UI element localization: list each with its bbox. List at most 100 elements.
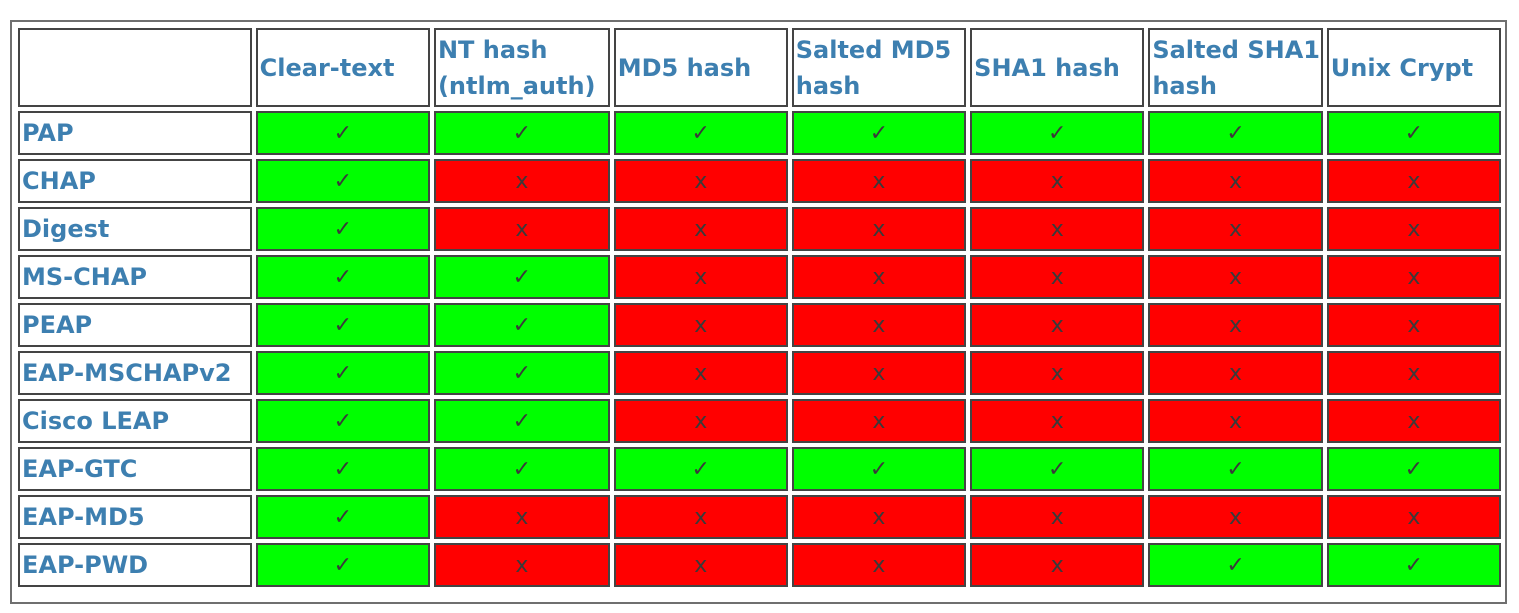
supported-cell: ✓ [433,303,610,347]
column-header: Salted MD5 hash [791,28,967,107]
column-header: Unix Crypt [1326,28,1501,107]
unsupported-cell: x [613,351,788,395]
supported-cell: ✓ [255,399,430,443]
unsupported-cell: x [1148,351,1323,395]
unsupported-cell: x [970,351,1145,395]
supported-cell: ✓ [970,111,1145,155]
table-row: EAP-GTC ✓ ✓ ✓ ✓ ✓ ✓ ✓ [18,447,1501,491]
unsupported-cell: x [1148,495,1323,539]
unsupported-cell: x [970,207,1145,251]
supported-cell: ✓ [1326,543,1501,587]
supported-cell: ✓ [433,111,610,155]
unsupported-cell: x [1148,207,1323,251]
unsupported-cell: x [1148,303,1323,347]
unsupported-cell: x [613,399,788,443]
supported-cell: ✓ [1148,543,1323,587]
unsupported-cell: x [791,399,967,443]
supported-cell: ✓ [255,543,430,587]
unsupported-cell: x [791,543,967,587]
table-row: CHAP ✓ x x x x x x [18,159,1501,203]
supported-cell: ✓ [255,255,430,299]
table-body: PAP ✓ ✓ ✓ ✓ ✓ ✓ ✓ CHAP ✓ x x x x x x Digest ✓ x x x x x x MS-CHA… [18,111,1501,587]
supported-cell: ✓ [1148,447,1323,491]
unsupported-cell: x [1326,303,1501,347]
supported-cell: ✓ [255,207,430,251]
unsupported-cell: x [1148,255,1323,299]
supported-cell: ✓ [433,255,610,299]
supported-cell: ✓ [791,111,967,155]
compatibility-table-frame: Clear-text NT hash (ntlm_auth) MD5 hash … [10,20,1507,604]
supported-cell: ✓ [791,447,967,491]
unsupported-cell: x [613,543,788,587]
supported-cell: ✓ [433,447,610,491]
unsupported-cell: x [791,159,967,203]
unsupported-cell: x [791,255,967,299]
unsupported-cell: x [613,495,788,539]
supported-cell: ✓ [613,111,788,155]
supported-cell: ✓ [970,447,1145,491]
unsupported-cell: x [970,399,1145,443]
column-header: MD5 hash [613,28,788,107]
unsupported-cell: x [1148,399,1323,443]
row-label: EAP-MD5 [18,495,252,539]
unsupported-cell: x [433,159,610,203]
unsupported-cell: x [613,159,788,203]
table-row: MS-CHAP ✓ ✓ x x x x x [18,255,1501,299]
unsupported-cell: x [970,303,1145,347]
row-label: EAP-PWD [18,543,252,587]
row-label: PEAP [18,303,252,347]
unsupported-cell: x [970,159,1145,203]
unsupported-cell: x [970,255,1145,299]
unsupported-cell: x [433,207,610,251]
table-row: PEAP ✓ ✓ x x x x x [18,303,1501,347]
password-compatibility-table: Clear-text NT hash (ntlm_auth) MD5 hash … [14,24,1505,591]
supported-cell: ✓ [1326,447,1501,491]
row-label: Cisco LEAP [18,399,252,443]
unsupported-cell: x [613,255,788,299]
row-label: CHAP [18,159,252,203]
supported-cell: ✓ [255,111,430,155]
table-row: EAP-PWD ✓ x x x x ✓ ✓ [18,543,1501,587]
unsupported-cell: x [433,543,610,587]
table-row: EAP-MD5 ✓ x x x x x x [18,495,1501,539]
unsupported-cell: x [1326,399,1501,443]
supported-cell: ✓ [255,495,430,539]
unsupported-cell: x [1326,495,1501,539]
supported-cell: ✓ [255,351,430,395]
header-row: Clear-text NT hash (ntlm_auth) MD5 hash … [18,28,1501,107]
column-header: Salted SHA1 hash [1148,28,1323,107]
column-header: Clear-text [255,28,430,107]
row-label: Digest [18,207,252,251]
unsupported-cell: x [1326,159,1501,203]
unsupported-cell: x [613,303,788,347]
unsupported-cell: x [433,495,610,539]
supported-cell: ✓ [1148,111,1323,155]
supported-cell: ✓ [1326,111,1501,155]
column-header: SHA1 hash [970,28,1145,107]
unsupported-cell: x [791,495,967,539]
corner-header-cell [18,28,252,107]
supported-cell: ✓ [433,399,610,443]
row-label: EAP-GTC [18,447,252,491]
row-label: EAP-MSCHAPv2 [18,351,252,395]
column-header: NT hash (ntlm_auth) [433,28,610,107]
unsupported-cell: x [791,207,967,251]
unsupported-cell: x [1148,159,1323,203]
supported-cell: ✓ [255,447,430,491]
row-label: PAP [18,111,252,155]
unsupported-cell: x [791,303,967,347]
table-row: Cisco LEAP ✓ ✓ x x x x x [18,399,1501,443]
unsupported-cell: x [613,207,788,251]
unsupported-cell: x [1326,351,1501,395]
supported-cell: ✓ [255,303,430,347]
unsupported-cell: x [970,495,1145,539]
unsupported-cell: x [970,543,1145,587]
unsupported-cell: x [1326,207,1501,251]
supported-cell: ✓ [255,159,430,203]
row-label: MS-CHAP [18,255,252,299]
table-row: Digest ✓ x x x x x x [18,207,1501,251]
unsupported-cell: x [791,351,967,395]
supported-cell: ✓ [433,351,610,395]
unsupported-cell: x [1326,255,1501,299]
supported-cell: ✓ [613,447,788,491]
